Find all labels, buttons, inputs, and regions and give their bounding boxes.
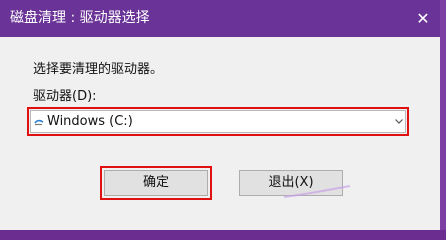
close-icon[interactable]: ✕ bbox=[412, 8, 434, 30]
disk-cleanup-dialog: 磁盘清理 : 驱动器选择 ✕ 选择要清理的驱动器。 驱动器(D): Window… bbox=[0, 0, 440, 230]
selected-drive-value: Windows (C:) bbox=[47, 114, 133, 129]
drive-select[interactable]: Windows (C:) bbox=[30, 110, 406, 133]
decorative-streak bbox=[283, 185, 351, 198]
chevron-down-icon[interactable] bbox=[394, 116, 404, 126]
drive-icon bbox=[34, 119, 44, 126]
dialog-title: 磁盘清理 : 驱动器选择 bbox=[10, 10, 150, 26]
drive-label: 驱动器(D): bbox=[33, 89, 97, 104]
ok-button[interactable]: 确定 bbox=[104, 170, 208, 196]
title-bar: 磁盘清理 : 驱动器选择 ✕ bbox=[0, 0, 440, 37]
desktop-background-strip bbox=[440, 0, 446, 230]
select-drive-prompt: 选择要清理的驱动器。 bbox=[33, 62, 164, 77]
